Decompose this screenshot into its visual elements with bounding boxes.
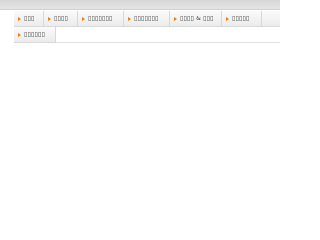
- arrow-bullet-icon: [174, 16, 177, 21]
- nav-tab-label: ▯▯▯▯▯: [232, 15, 250, 22]
- arrow-bullet-icon: [128, 16, 131, 21]
- nav-tab-label: ▯▯▯▯: [54, 15, 69, 22]
- nav-tab-overflow[interactable]: [262, 11, 280, 27]
- nav-tab-1[interactable]: ▯▯▯: [14, 11, 44, 27]
- nav-tab-label: ▯▯▯▯▯▯▯: [134, 15, 159, 22]
- nav-tab-7[interactable]: ▯▯▯▯▯▯: [14, 27, 56, 43]
- top-bar: [0, 0, 280, 10]
- arrow-bullet-icon: [18, 16, 21, 21]
- arrow-bullet-icon: [18, 32, 21, 37]
- nav-tab-label: ▯▯▯: [24, 15, 35, 22]
- arrow-bullet-icon: [226, 16, 229, 21]
- nav-tab-3[interactable]: ▯▯▯▯▯▯▯: [78, 11, 124, 27]
- nav-tab-5[interactable]: ▯▯▯▯ & ▯▯▯: [170, 11, 222, 27]
- nav-tab-label: ▯▯▯▯▯▯▯: [88, 15, 113, 22]
- nav-tab-label: ▯▯▯▯ & ▯▯▯: [180, 15, 214, 22]
- nav-tab-6[interactable]: ▯▯▯▯▯: [222, 11, 262, 27]
- arrow-bullet-icon: [82, 16, 85, 21]
- arrow-bullet-icon: [48, 16, 51, 21]
- nav-tab-label: ▯▯▯▯▯▯: [24, 31, 46, 38]
- nav-tab-4[interactable]: ▯▯▯▯▯▯▯: [124, 11, 170, 27]
- nav-tab-2[interactable]: ▯▯▯▯: [44, 11, 78, 27]
- nav-row-divider: [56, 27, 280, 43]
